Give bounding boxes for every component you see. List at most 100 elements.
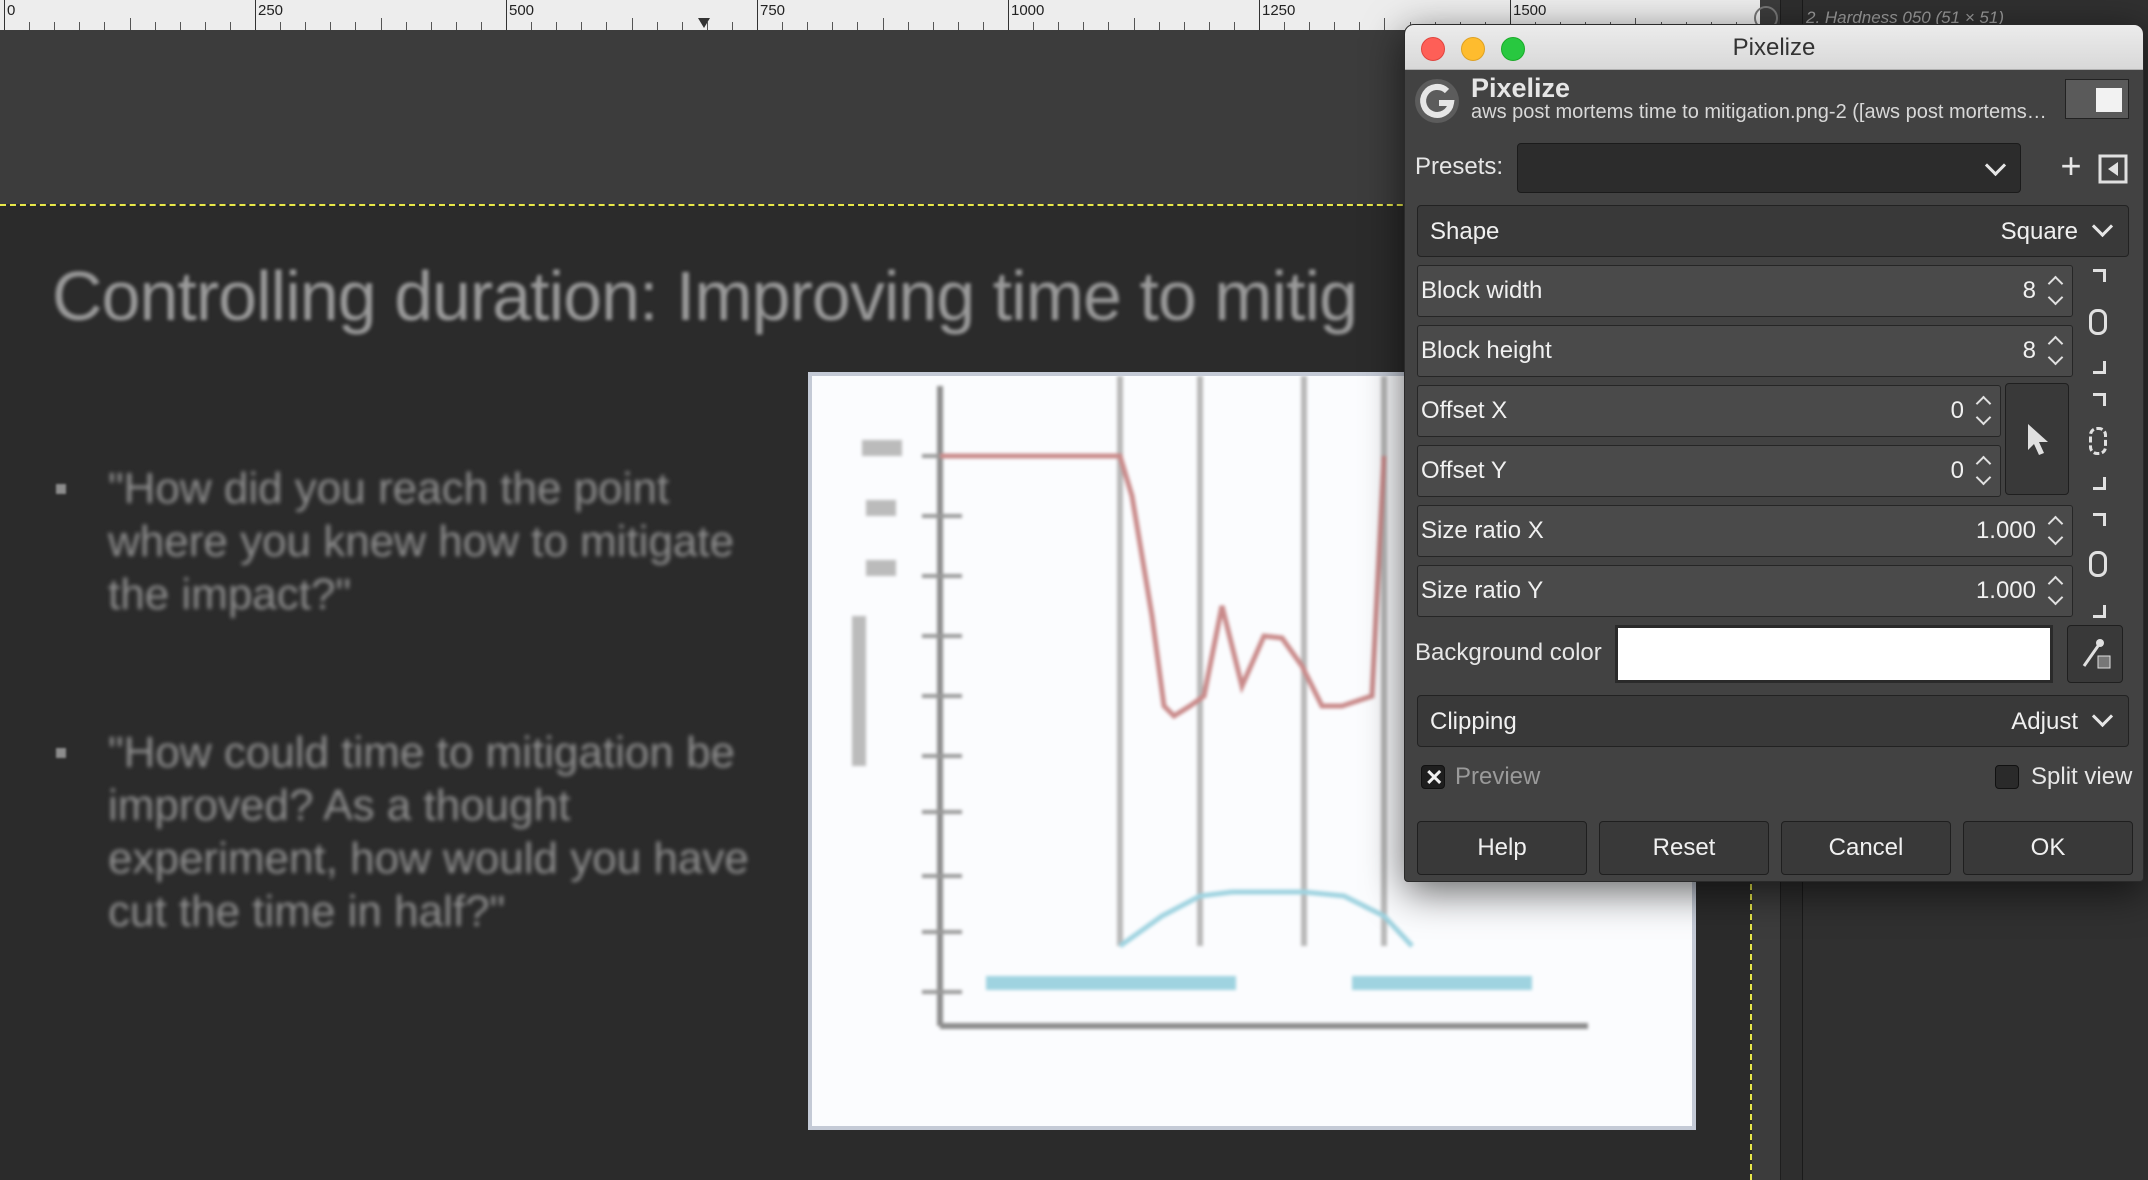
chain-link-broken-icon[interactable]: [2087, 393, 2117, 490]
ruler-minor-tick: [657, 22, 658, 30]
ruler-minor-tick: [355, 22, 356, 30]
block-width-value[interactable]: 8: [2023, 277, 2036, 305]
ruler-major-tick: [1008, 0, 1009, 30]
ruler-minor-tick: [1309, 22, 1310, 30]
shape-dropdown[interactable]: Shape Square: [1417, 205, 2129, 257]
size-ratio-y-field[interactable]: Size ratio Y 1.000: [1417, 565, 2073, 617]
ruler-minor-tick: [104, 22, 105, 30]
help-button[interactable]: Help: [1417, 821, 1587, 875]
offset-x-label: Offset X: [1421, 397, 1508, 424]
ruler-minor-tick: [1033, 22, 1034, 30]
ruler-minor-tick: [632, 18, 633, 30]
ruler-label: 1250: [1262, 2, 1296, 19]
ruler-minor-tick: [406, 22, 407, 30]
checkmark-x-icon: ✕: [1425, 765, 1444, 790]
pick-offset-button[interactable]: [2005, 383, 2069, 495]
cancel-button[interactable]: Cancel: [1781, 821, 1951, 875]
ruler-minor-tick: [1234, 22, 1235, 30]
size-ratio-y-label: Size ratio Y: [1421, 577, 1544, 604]
ruler-minor-tick: [205, 22, 206, 30]
block-height-value[interactable]: 8: [2023, 337, 2036, 365]
bullet-marker: [56, 484, 66, 494]
ruler-minor-tick: [606, 22, 607, 30]
ruler-minor-tick: [381, 18, 382, 30]
offset-y-value[interactable]: 0: [1951, 457, 1964, 485]
ruler-minor-tick: [230, 22, 231, 30]
ruler-minor-tick: [1159, 22, 1160, 30]
background-color-swatch[interactable]: [1615, 625, 2053, 683]
block-height-field[interactable]: Block height 8: [1417, 325, 2073, 377]
ruler-label: 750: [760, 2, 786, 19]
ruler-minor-tick: [79, 22, 80, 30]
ruler-minor-tick: [1184, 22, 1185, 30]
presets-combobox[interactable]: [1517, 143, 2021, 193]
ruler-minor-tick: [1108, 22, 1109, 30]
block-width-spinner[interactable]: [2044, 268, 2068, 314]
size-ratio-y-value[interactable]: 1.000: [1976, 577, 2036, 605]
ruler-minor-tick: [958, 22, 959, 30]
ruler-minor-tick: [305, 22, 306, 30]
offset-x-field[interactable]: Offset X 0: [1417, 385, 2001, 437]
ruler-minor-tick: [807, 22, 808, 30]
filter-title: Pixelize: [1471, 73, 1571, 103]
ruler-label: 1500: [1513, 2, 1547, 19]
slide-bullet-1: "How did you reach the point where you k…: [108, 464, 735, 619]
preset-menu-icon[interactable]: [2097, 153, 2129, 185]
ruler-label: 1000: [1011, 2, 1045, 19]
ruler-minor-tick: [280, 22, 281, 30]
ruler-minor-tick: [682, 22, 683, 30]
size-ratio-x-spinner[interactable]: [2044, 508, 2068, 554]
ruler-minor-tick: [1058, 22, 1059, 30]
ruler-minor-tick: [857, 22, 858, 30]
size-ratio-x-label: Size ratio X: [1421, 517, 1544, 544]
ruler-minor-tick: [29, 22, 30, 30]
ruler-pointer-marker: [698, 18, 710, 28]
clipping-dropdown[interactable]: Clipping Adjust: [1417, 695, 2129, 747]
slide-bullet-2: "How could time to mitigation be improve…: [108, 728, 749, 936]
block-width-field[interactable]: Block width 8: [1417, 265, 2073, 317]
size-ratio-x-field[interactable]: Size ratio X 1.000: [1417, 505, 2073, 557]
ruler-minor-tick: [581, 22, 582, 30]
preview-label[interactable]: Preview: [1455, 763, 1540, 791]
offset-y-spinner[interactable]: [1972, 448, 1996, 494]
size-ratio-y-spinner[interactable]: [2044, 568, 2068, 614]
ruler-minor-tick: [531, 22, 532, 30]
size-ratio-x-value[interactable]: 1.000: [1976, 517, 2036, 545]
split-view-checkbox[interactable]: [1995, 765, 2019, 789]
ruler-minor-tick: [1334, 22, 1335, 30]
ruler-minor-tick: [933, 22, 934, 30]
split-view-label[interactable]: Split view: [2031, 763, 2132, 791]
ruler-minor-tick: [130, 18, 131, 30]
shape-value: Square: [2000, 218, 2078, 245]
ruler-minor-tick: [180, 22, 181, 30]
slide-title: Controlling duration: Improving time to …: [52, 257, 1358, 335]
ok-button[interactable]: OK: [1963, 821, 2133, 875]
image-name-subtitle: aws post mortems time to mitigation.png-…: [1471, 101, 2047, 123]
eyedropper-icon: [2082, 639, 2111, 669]
background-color-label: Background color: [1415, 639, 1602, 666]
ruler-minor-tick: [832, 22, 833, 30]
ruler-minor-tick: [983, 22, 984, 30]
add-preset-icon[interactable]: +: [2053, 148, 2089, 185]
block-height-spinner[interactable]: [2044, 328, 2068, 374]
ruler-minor-tick: [1284, 22, 1285, 30]
pixelize-dialog: Pixelize Pixelize aws post mortems time …: [1404, 24, 2144, 882]
preview-checkbox[interactable]: ✕: [1421, 765, 1445, 790]
offset-x-value[interactable]: 0: [1951, 397, 1964, 425]
ruler-label: 0: [7, 2, 16, 19]
ruler-minor-tick: [431, 22, 432, 30]
reset-button[interactable]: Reset: [1599, 821, 1769, 875]
dialog-titlebar[interactable]: Pixelize: [1405, 25, 2143, 70]
ruler-major-tick: [506, 0, 507, 30]
offset-y-field[interactable]: Offset Y 0: [1417, 445, 2001, 497]
chain-link-icon[interactable]: [2087, 513, 2117, 618]
chevron-down-icon: [1984, 154, 2007, 177]
chain-link-icon[interactable]: [2087, 269, 2117, 375]
ruler-minor-tick: [1384, 18, 1385, 30]
ruler-minor-tick: [330, 22, 331, 30]
chevron-down-icon: [2091, 705, 2114, 728]
bullet-marker: [56, 748, 66, 758]
color-picker-button[interactable]: [2067, 625, 2123, 683]
offset-x-spinner[interactable]: [1972, 388, 1996, 434]
block-height-label: Block height: [1421, 337, 1552, 364]
